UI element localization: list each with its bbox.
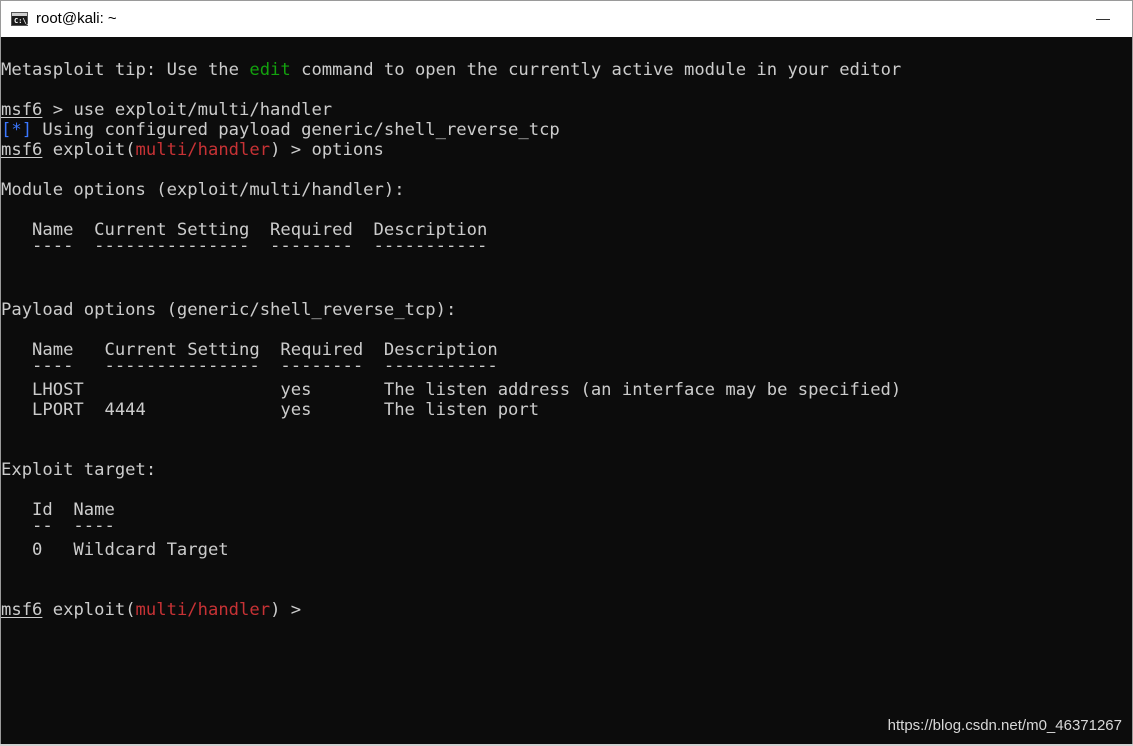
prompt-line: msf6 exploit(multi/handler) > options — [1, 140, 384, 160]
title-bar[interactable]: C:\_ root@kali: ~ — [1, 1, 1132, 37]
prompt-line: msf6 > use exploit/multi/handler — [1, 100, 333, 120]
table-row: LHOST yes The listen address (an interfa… — [1, 380, 902, 400]
console-icon: C:\_ — [11, 12, 31, 26]
table-rule: -- ---- — [1, 516, 115, 536]
msf-prompt: msf6 — [1, 600, 43, 620]
module-options-heading: Module options (exploit/multi/handler): — [1, 180, 405, 200]
terminal-window: C:\_ root@kali: ~ Metasploit tip: Use th… — [0, 0, 1133, 746]
terminal-output[interactable]: Metasploit tip: Use the edit command to … — [1, 39, 1132, 745]
payload-options-heading: Payload options (generic/shell_reverse_t… — [1, 300, 457, 320]
msf-prompt: msf6 — [1, 140, 43, 160]
info-line: [*] Using configured payload generic/she… — [1, 120, 560, 140]
table-rule: ---- --------------- -------- ----------… — [1, 356, 498, 376]
watermark: https://blog.csdn.net/m0_46371267 — [887, 717, 1122, 734]
table-row: LPORT 4444 yes The listen port — [1, 400, 540, 420]
minimize-button[interactable] — [1084, 1, 1130, 37]
prompt-line: msf6 exploit(multi/handler) > — [1, 600, 312, 620]
table-row: 0 Wildcard Target — [1, 540, 229, 560]
metasploit-tip: Metasploit tip: Use the edit command to … — [1, 60, 902, 80]
exploit-target-heading: Exploit target: — [1, 460, 157, 480]
msf-prompt: msf6 — [1, 100, 43, 120]
table-rule: ---- --------------- -------- ----------… — [1, 236, 488, 256]
window-title: root@kali: ~ — [36, 10, 117, 27]
